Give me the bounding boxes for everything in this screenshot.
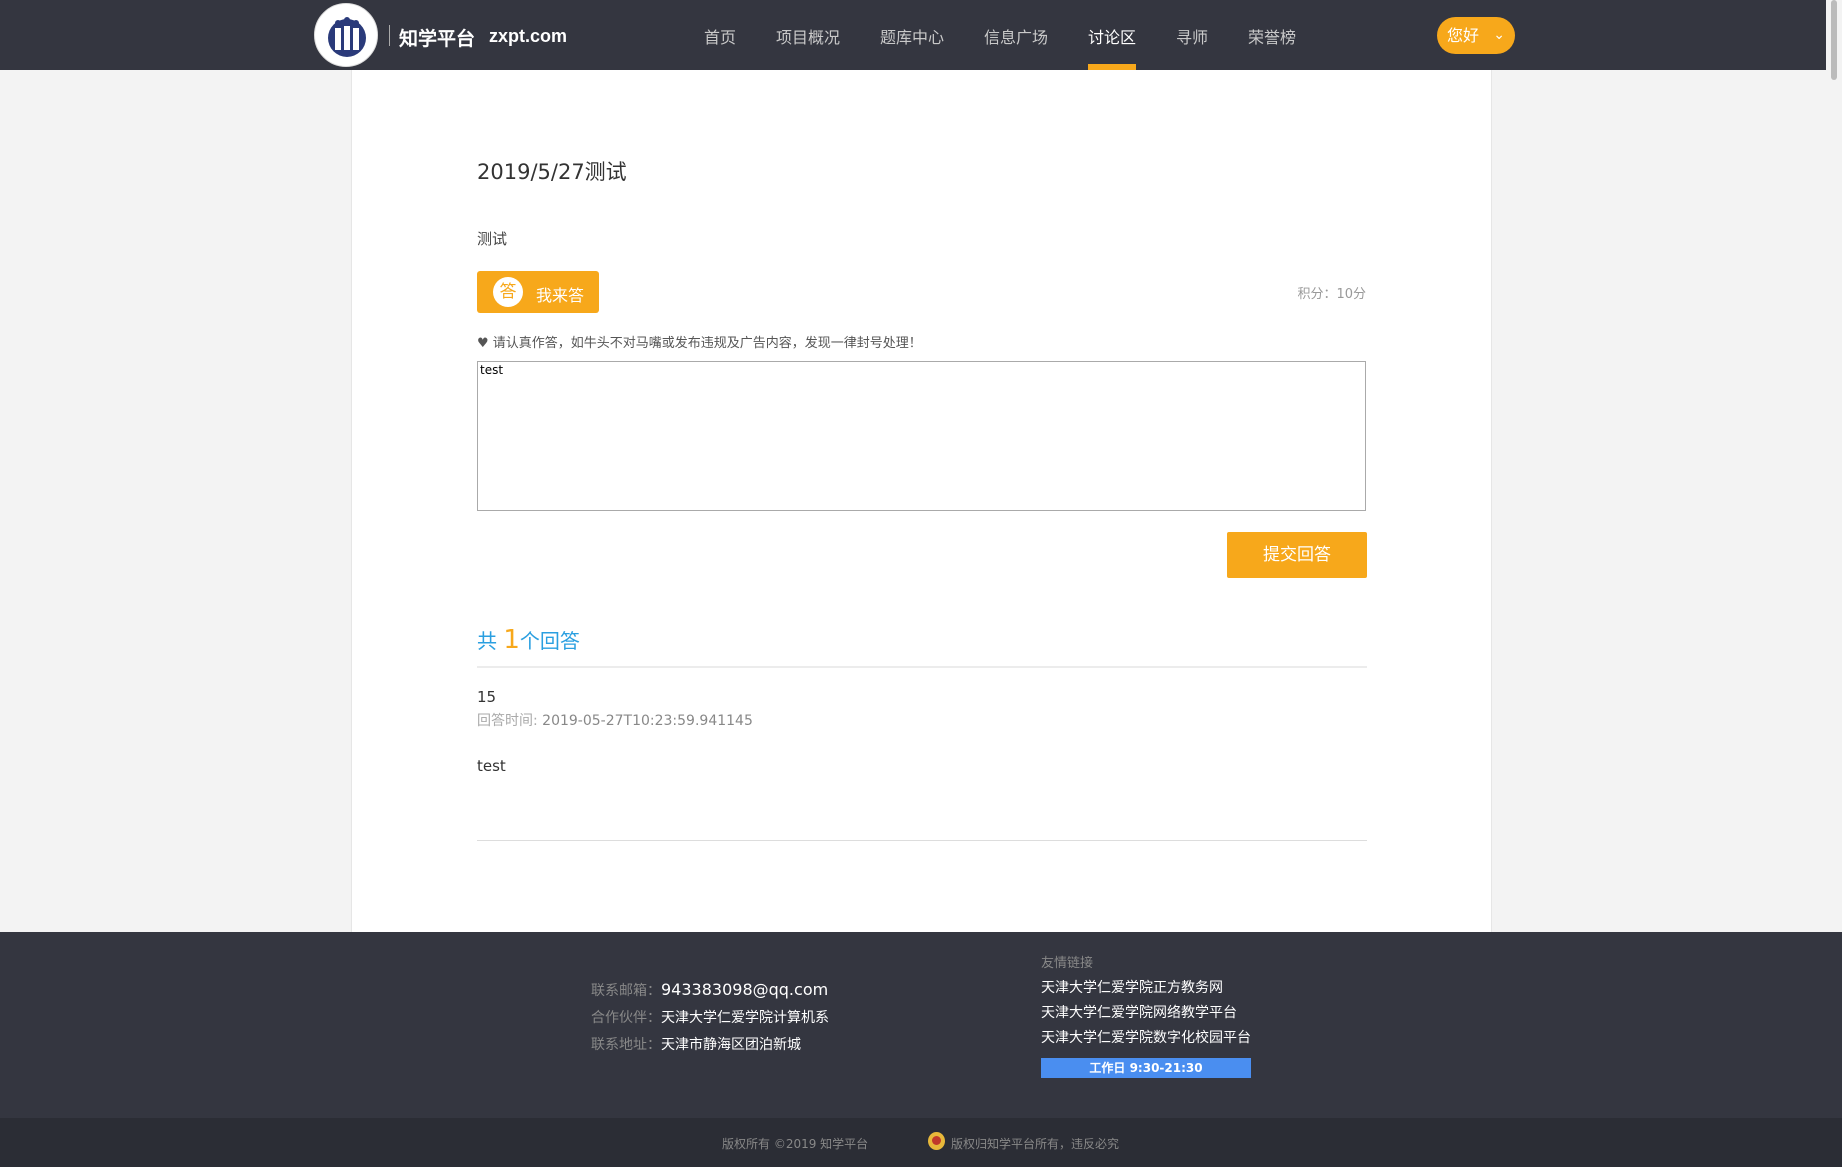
answer-icon: 答 bbox=[493, 277, 523, 307]
friend-links-title: 友情链接 bbox=[1041, 956, 1094, 971]
footer-email-label: 联系邮箱： bbox=[591, 983, 661, 999]
footer-partner-row: 合作伙伴：天津大学仁爱学院计算机系 bbox=[591, 1007, 829, 1034]
answer-count-number: 1 bbox=[503, 625, 520, 655]
footer-email: 943383098@qq.com bbox=[661, 980, 829, 999]
footer-partner: 天津大学仁爱学院计算机系 bbox=[661, 1010, 829, 1026]
friend-link-digital-campus[interactable]: 天津大学仁爱学院数字化校园平台 bbox=[1041, 1027, 1251, 1052]
scrollbar-thumb[interactable] bbox=[1831, 0, 1837, 80]
answer-count-suffix: 个回答 bbox=[519, 629, 580, 653]
user-menu-button[interactable]: 您好 ⌄ bbox=[1437, 17, 1515, 54]
footer-contact: 联系邮箱：943383098@qq.com 合作伙伴：天津大学仁爱学院计算机系 … bbox=[591, 980, 829, 1061]
answer-count-prefix: 共 bbox=[477, 629, 497, 653]
footer-address: 天津市静海区团泊新城 bbox=[661, 1037, 801, 1053]
submit-answer-button[interactable]: 提交回答 bbox=[1227, 532, 1367, 578]
rights-notice: 版权归知学平台所有，违反必究 bbox=[951, 1137, 1120, 1151]
question-detail-card: 2019/5/27测试 测试 答 我来答 积分：10分 ♥ 请认真作答，如牛头不… bbox=[351, 70, 1492, 932]
nav-find-tutor[interactable]: 寻师 bbox=[1176, 24, 1208, 48]
answer-divider bbox=[477, 840, 1367, 841]
footer-email-row: 联系邮箱：943383098@qq.com bbox=[591, 980, 829, 1007]
answer-time-value: 2019-05-27T10:23:59.941145 bbox=[542, 713, 753, 729]
answer-content: test bbox=[477, 757, 506, 775]
page-scrollbar[interactable] bbox=[1826, 0, 1842, 930]
brand-domain[interactable]: zxpt.com bbox=[489, 26, 567, 47]
nav-question-bank[interactable]: 题库中心 bbox=[880, 24, 944, 48]
answers-divider bbox=[477, 666, 1367, 668]
work-hours-badge: 工作日 9:30-21:30 bbox=[1041, 1058, 1251, 1078]
brand-name[interactable]: 知学平台 bbox=[399, 24, 475, 51]
question-title: 2019/5/27测试 bbox=[477, 160, 627, 184]
answer-button[interactable]: 答 我来答 bbox=[477, 271, 599, 313]
nav-discussion[interactable]: 讨论区 bbox=[1088, 24, 1136, 48]
answer-author: 15 bbox=[477, 688, 497, 706]
answer-time-label: 回答时间: bbox=[477, 713, 538, 729]
answer-textarea[interactable]: test bbox=[477, 361, 1366, 511]
question-points: 积分：10分 bbox=[1297, 287, 1366, 302]
logo-emblem-icon bbox=[328, 17, 366, 57]
logo-divider bbox=[389, 25, 390, 46]
answer-count: 共 1个回答 bbox=[477, 625, 580, 655]
copyright-text: 版权所有 ©2019 知学平台 bbox=[722, 1137, 869, 1151]
top-navbar: 知学平台 zxpt.com 首页 项目概况 题库中心 信息广场 讨论区 寻师 荣… bbox=[0, 0, 1826, 70]
footer-partner-label: 合作伙伴： bbox=[591, 1010, 661, 1026]
nav-project-overview[interactable]: 项目概况 bbox=[776, 24, 840, 48]
footer-address-row: 联系地址：天津市静海区团泊新城 bbox=[591, 1034, 829, 1061]
nav-home[interactable]: 首页 bbox=[704, 24, 736, 48]
answer-timestamp: 回答时间: 2019-05-27T10:23:59.941145 bbox=[477, 710, 753, 730]
chevron-down-icon: ⌄ bbox=[1493, 27, 1505, 43]
footer: 联系邮箱：943383098@qq.com 合作伙伴：天津大学仁爱学院计算机系 … bbox=[0, 932, 1842, 1118]
police-badge-icon bbox=[928, 1132, 945, 1150]
footer-friend-links: 友情链接 天津大学仁爱学院正方教务网 天津大学仁爱学院网络教学平台 天津大学仁爱… bbox=[1041, 952, 1251, 1052]
answer-button-label: 我来答 bbox=[536, 286, 585, 305]
site-logo[interactable] bbox=[314, 3, 378, 67]
nav-honor-roll[interactable]: 荣誉榜 bbox=[1248, 24, 1296, 48]
friend-link-online-teaching[interactable]: 天津大学仁爱学院网络教学平台 bbox=[1041, 1002, 1251, 1027]
question-body: 测试 bbox=[477, 230, 508, 248]
copyright-bar: 版权所有 ©2019 知学平台 版权归知学平台所有，违反必究 bbox=[0, 1118, 1842, 1167]
nav-info-square[interactable]: 信息广场 bbox=[984, 24, 1048, 48]
user-greeting: 您好 bbox=[1447, 26, 1480, 45]
friend-link-academic-affairs[interactable]: 天津大学仁爱学院正方教务网 bbox=[1041, 977, 1251, 1002]
footer-address-label: 联系地址： bbox=[591, 1037, 661, 1053]
answer-notice: ♥ 请认真作答，如牛头不对马嘴或发布违规及广告内容，发现一律封号处理！ bbox=[477, 336, 922, 351]
